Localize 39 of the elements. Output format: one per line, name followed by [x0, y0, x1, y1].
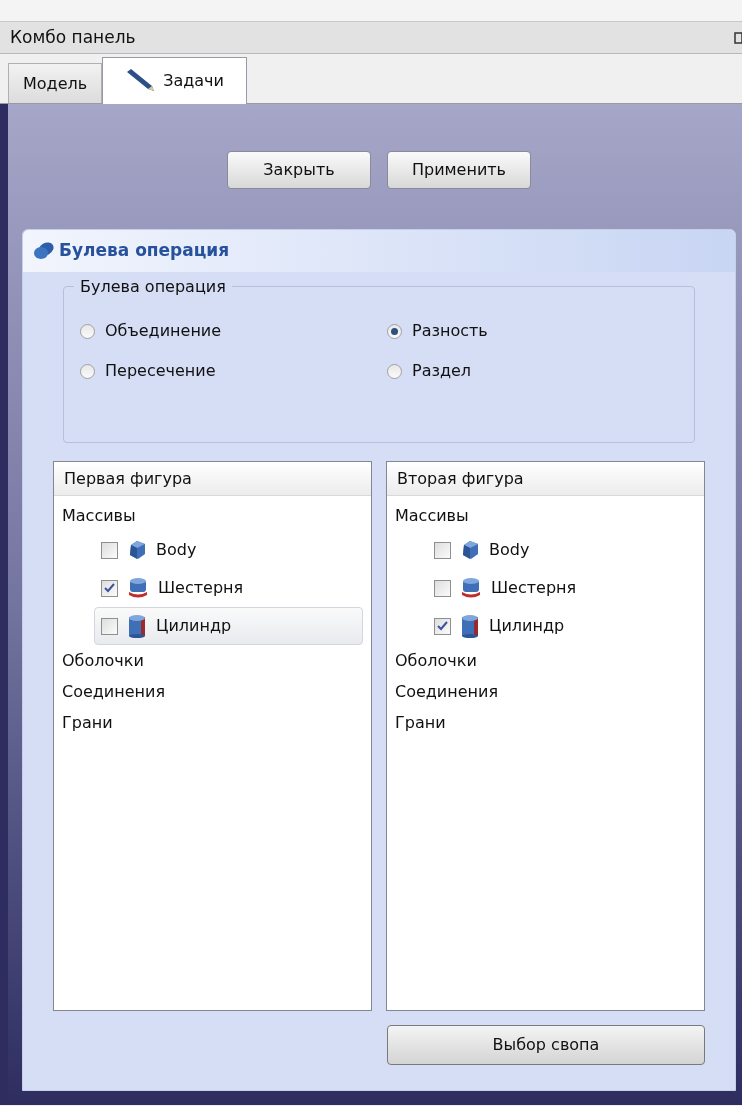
tree-item[interactable]: Соединения — [62, 676, 363, 707]
float-icon[interactable] — [734, 31, 742, 44]
task-title: Булева операция — [59, 239, 230, 263]
radio-option[interactable]: Объединение — [80, 319, 387, 343]
dialog-button[interactable]: Применить — [387, 151, 531, 189]
swap-button[interactable]: Выбор свопа — [387, 1025, 705, 1065]
radio-button[interactable] — [387, 363, 402, 379]
tree-item[interactable]: Оболочки — [62, 645, 363, 676]
tree-item[interactable]: Шестерня — [94, 569, 363, 607]
cylinder-icon — [459, 614, 481, 638]
tree-item[interactable]: Массивы — [62, 500, 363, 531]
radio-button[interactable] — [387, 323, 402, 339]
radio-button[interactable] — [80, 363, 95, 379]
tree-item[interactable]: Цилиндр — [427, 607, 696, 645]
checkbox[interactable] — [434, 579, 451, 597]
tree-item[interactable]: Оболочки — [395, 645, 696, 676]
checkbox[interactable] — [101, 541, 118, 559]
radio-option[interactable]: Пересечение — [80, 359, 387, 383]
checkbox[interactable] — [434, 617, 451, 635]
radio-option[interactable]: Разность — [387, 319, 694, 343]
cylinder-icon — [126, 614, 148, 638]
radio-button[interactable] — [80, 323, 95, 339]
shapes-icon — [33, 241, 55, 261]
panel-title: Комбо панель — [10, 25, 136, 49]
checkbox[interactable] — [101, 617, 118, 635]
tree-item[interactable]: Грани — [62, 707, 363, 738]
tree-item[interactable]: Грани — [395, 707, 696, 738]
checkbox[interactable] — [101, 579, 118, 597]
tree-item[interactable]: Массивы — [395, 500, 696, 531]
tab[interactable]: Задачи — [102, 57, 247, 104]
tree-item[interactable]: Шестерня — [427, 569, 696, 607]
tree-item[interactable]: Body — [94, 531, 363, 569]
dialog-button[interactable]: Закрыть — [227, 151, 371, 189]
tree-item[interactable]: Цилиндр — [94, 607, 363, 645]
checkbox[interactable] — [434, 541, 451, 559]
tree-item[interactable]: Соединения — [395, 676, 696, 707]
radio-option[interactable]: Раздел — [387, 359, 694, 383]
tree-item[interactable]: Body — [427, 531, 696, 569]
tab[interactable]: Модель — [8, 63, 103, 103]
